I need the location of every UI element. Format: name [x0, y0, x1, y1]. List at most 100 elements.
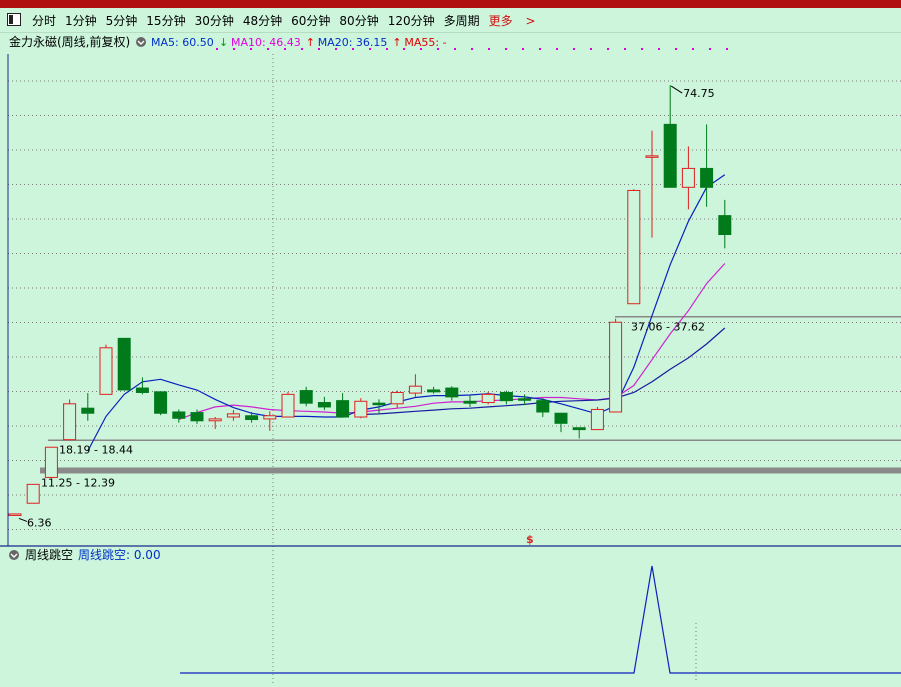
period-tab[interactable]: 5分钟: [106, 14, 138, 28]
period-tab[interactable]: 分时: [32, 14, 56, 28]
ma-legend-label: MA10: 46.43: [231, 36, 301, 49]
candle-body-up: [590, 408, 604, 431]
high-price-label: 74.75: [683, 87, 715, 100]
candle-body-up: [408, 385, 422, 394]
period-tab[interactable]: 1分钟: [65, 14, 97, 28]
period-tab[interactable]: 60分钟: [291, 14, 330, 28]
candle-body-down: [372, 402, 386, 406]
candle-body-up: [609, 321, 623, 413]
period-items: 分时 1分钟 5分钟 15分钟 30分钟 48分钟 60分钟 80分钟 120分钟 多周期 更多 >: [32, 12, 554, 29]
candle-body-up: [627, 189, 641, 305]
top-dot-marker: [352, 48, 354, 50]
top-dot-marker: [505, 48, 507, 50]
subpanel-value: 周线跳空: 0.00: [78, 548, 161, 562]
candle-body-down: [336, 400, 350, 418]
period-tab[interactable]: 48分钟: [243, 14, 282, 28]
period-tab[interactable]: 15分钟: [146, 14, 185, 28]
subpanel-title: 周线跳空: [25, 548, 73, 562]
ma-legend-label: MA5: 60.50: [151, 36, 214, 49]
top-dot-marker: [726, 48, 728, 50]
ma-trend-arrow-icon: ↓: [219, 36, 228, 49]
top-dot-marker: [658, 48, 660, 50]
top-dot-marker: [675, 48, 677, 50]
period-tab[interactable]: 30分钟: [195, 14, 234, 28]
ma-trend-arrow-icon: ↑: [392, 36, 401, 49]
more-periods-button[interactable]: 更多 >: [489, 14, 545, 28]
candle-body-down: [154, 391, 168, 414]
candle-body-down: [536, 400, 550, 413]
panel-toggle-icon[interactable]: [7, 13, 21, 26]
candle-body-down: [135, 387, 149, 393]
period-tab[interactable]: 80分钟: [339, 14, 378, 28]
top-dot-marker: [369, 48, 371, 50]
top-dot-marker: [539, 48, 541, 50]
top-dot-marker: [284, 48, 286, 50]
zone-label: 37.06 - 37.62: [631, 321, 705, 334]
candle-body-up: [481, 393, 495, 404]
top-dot-marker: [556, 48, 558, 50]
top-dot-marker: [386, 48, 388, 50]
ma-legend: MA5: 60.50 ↓ MA10: 46.43 ↑ MA20: 36.15 ↑ MA55:…: [151, 36, 447, 49]
top-dot-marker: [437, 48, 439, 50]
top-dot-marker: [454, 48, 456, 50]
candle-body-up: [354, 400, 368, 418]
zone-label: 18.19 - 18.44: [59, 443, 133, 456]
top-dot-marker: [233, 48, 235, 50]
ma-trend-arrow-icon: ↑: [306, 36, 315, 49]
candle-body-down: [427, 389, 441, 393]
candle-body-up: [390, 391, 404, 405]
price-grid: [7, 48, 901, 683]
kline-chart: 金力永磁(周线,前复权) MA5: 60.50 ↓ MA10: 46.43 ↑ MA20…: [0, 34, 901, 683]
candle-body-down: [245, 415, 259, 421]
period-tab[interactable]: 多周期: [444, 14, 480, 28]
zone-label: 11.25 - 12.39: [41, 476, 115, 489]
candle-body-up: [44, 446, 58, 478]
top-dot-marker: [573, 48, 575, 50]
period-tab[interactable]: 120分钟: [388, 14, 435, 28]
top-dot-marker: [318, 48, 320, 50]
candle-body-up: [226, 413, 240, 418]
options-chevron-icon[interactable]: [136, 37, 146, 47]
more-label: 更多: [488, 14, 513, 28]
top-dot-marker: [709, 48, 711, 50]
candle-body-up: [63, 403, 77, 441]
top-menu-strip: [0, 0, 901, 8]
top-dot-marker: [607, 48, 609, 50]
candle-body-down: [572, 427, 586, 431]
stock-title: 金力永磁(周线,前复权): [9, 34, 130, 49]
top-dot-marker: [590, 48, 592, 50]
top-dot-marker: [624, 48, 626, 50]
ma-legend-label: MA20: 36.15: [318, 36, 388, 49]
candle-body-down: [554, 412, 568, 424]
candle-body-down: [700, 167, 714, 188]
chevron-right-icon: >: [525, 14, 536, 28]
top-dot-marker: [471, 48, 473, 50]
top-dot-marker: [335, 48, 337, 50]
candle-body-down: [172, 411, 186, 419]
candle-body-up: [208, 418, 222, 422]
chart-area: 金力永磁(周线,前复权) MA5: 60.50 ↓ MA10: 46.43 ↑ MA20…: [0, 32, 901, 683]
top-dot-marker: [420, 48, 422, 50]
candle-body-down: [463, 400, 477, 404]
candle-body-down: [117, 337, 131, 391]
candle-body-up: [263, 415, 277, 420]
candle-body-down: [317, 402, 331, 408]
candle-body-down: [718, 215, 732, 236]
gap-indicator-line: [180, 565, 901, 674]
dollar-marker-icon: $: [526, 533, 534, 546]
low-pointer-icon: [18, 517, 28, 522]
ma-legend-label: MA55: -: [404, 36, 446, 49]
zone-band: [40, 467, 901, 474]
top-dot-marker: [488, 48, 490, 50]
subpanel-chevron-icon[interactable]: [9, 550, 19, 560]
low-price-label: 6.36: [27, 516, 52, 529]
candle-body-up: [8, 513, 22, 516]
top-dot-marker: [301, 48, 303, 50]
candle-body-down: [299, 390, 313, 404]
candle-body-down: [445, 387, 459, 398]
candle-body-down: [663, 123, 677, 188]
top-dot-marker: [216, 48, 218, 50]
gap-indicator-line: [180, 565, 901, 674]
top-dot-marker: [692, 48, 694, 50]
top-dot-marker: [522, 48, 524, 50]
